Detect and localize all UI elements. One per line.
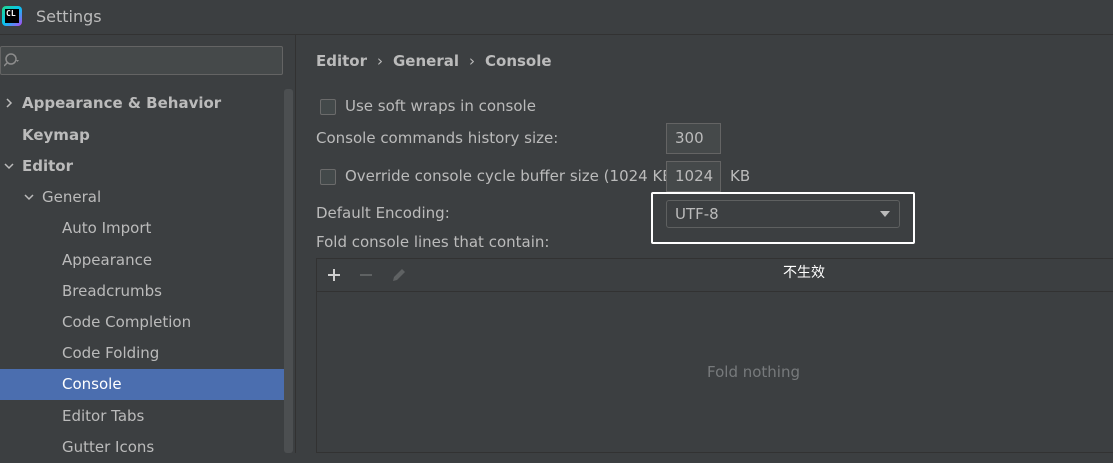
fold-lines-panel: 不生效 Fold nothing — [316, 258, 1113, 453]
sidebar-item-label: Editor — [22, 157, 73, 175]
breadcrumb-item-general[interactable]: General — [393, 52, 459, 70]
sidebar-item-general[interactable]: General — [0, 182, 293, 213]
edit-pencil-icon[interactable] — [390, 266, 408, 284]
default-encoding-label: Default Encoding: — [316, 204, 450, 222]
breadcrumb: Editor › General › Console — [316, 52, 552, 70]
add-icon[interactable] — [325, 266, 343, 284]
sidebar-item-keymap[interactable]: Keymap — [0, 120, 293, 151]
breadcrumb-item-editor[interactable]: Editor — [316, 52, 367, 70]
remove-icon[interactable] — [357, 266, 375, 284]
soft-wraps-label: Use soft wraps in console — [345, 97, 536, 115]
chevron-right-icon — [6, 98, 13, 108]
sidebar-item-editor[interactable]: Editor — [0, 151, 293, 182]
breadcrumb-separator: › — [469, 52, 475, 70]
sidebar-item-label: Code Folding — [62, 344, 160, 362]
history-size-label: Console commands history size: — [316, 129, 559, 147]
sidebar-item-label: Gutter Icons — [62, 438, 155, 456]
breadcrumb-separator: › — [377, 52, 383, 70]
fold-lines-empty-text: Fold nothing — [707, 363, 800, 381]
title-bar: CL Settings — [0, 0, 1113, 35]
sidebar-item-code-completion[interactable]: Code Completion — [0, 307, 293, 338]
sidebar-item-auto-import[interactable]: Auto Import — [0, 213, 293, 244]
sidebar-item-console[interactable]: Console — [0, 369, 293, 400]
sidebar-item-appearance-behavior[interactable]: Appearance & Behavior — [0, 88, 293, 119]
cycle-buffer-checkbox[interactable] — [320, 169, 336, 185]
sidebar-item-code-folding[interactable]: Code Folding — [0, 338, 293, 369]
sidebar-item-label: Appearance — [62, 251, 153, 269]
chevron-down-icon — [24, 194, 34, 201]
sidebar-item-label: General — [42, 188, 102, 206]
search-icon — [4, 53, 19, 67]
sidebar-item-breadcrumbs[interactable]: Breadcrumbs — [0, 276, 293, 307]
sidebar-item-label: Auto Import — [62, 219, 152, 237]
sidebar-item-label: Appearance & Behavior — [22, 94, 222, 112]
annotation-text: 不生效 — [783, 265, 825, 281]
cycle-buffer-input[interactable]: 1024 — [666, 161, 721, 192]
cycle-buffer-label: Override console cycle buffer size (1024… — [345, 167, 679, 185]
sidebar-item-label: Keymap — [22, 126, 90, 144]
sidebar-item-appearance[interactable]: Appearance — [0, 245, 293, 276]
sidebar-scrollbar[interactable] — [284, 89, 293, 453]
sidebar-item-label: Editor Tabs — [62, 407, 145, 425]
sidebar-item-editor-tabs[interactable]: Editor Tabs — [0, 401, 293, 432]
app-logo-icon: CL — [2, 6, 22, 26]
annotation-highlight-box — [651, 192, 915, 244]
history-size-input[interactable]: 300 — [666, 123, 721, 154]
settings-content: Editor › General › Console Use soft wraps in… — [296, 35, 1113, 453]
search-field[interactable] — [0, 46, 283, 75]
app-logo-text: CL — [5, 9, 19, 23]
fold-lines-label: Fold console lines that contain: — [316, 233, 550, 251]
fold-lines-toolbar: 不生效 — [317, 259, 1113, 292]
sidebar-item-label: Breadcrumbs — [62, 282, 162, 300]
window-title: Settings — [36, 7, 102, 26]
sidebar-item-label: Code Completion — [62, 313, 192, 331]
settings-sidebar: Appearance & Behavior Keymap Editor Gene… — [0, 35, 296, 456]
chevron-down-icon — [4, 163, 14, 170]
cycle-buffer-unit: KB — [730, 167, 751, 185]
breadcrumb-item-console: Console — [485, 52, 552, 70]
sidebar-item-label: Console — [62, 375, 122, 393]
soft-wraps-checkbox[interactable] — [320, 99, 336, 115]
sidebar-item-gutter-icons[interactable]: Gutter Icons — [0, 432, 293, 463]
